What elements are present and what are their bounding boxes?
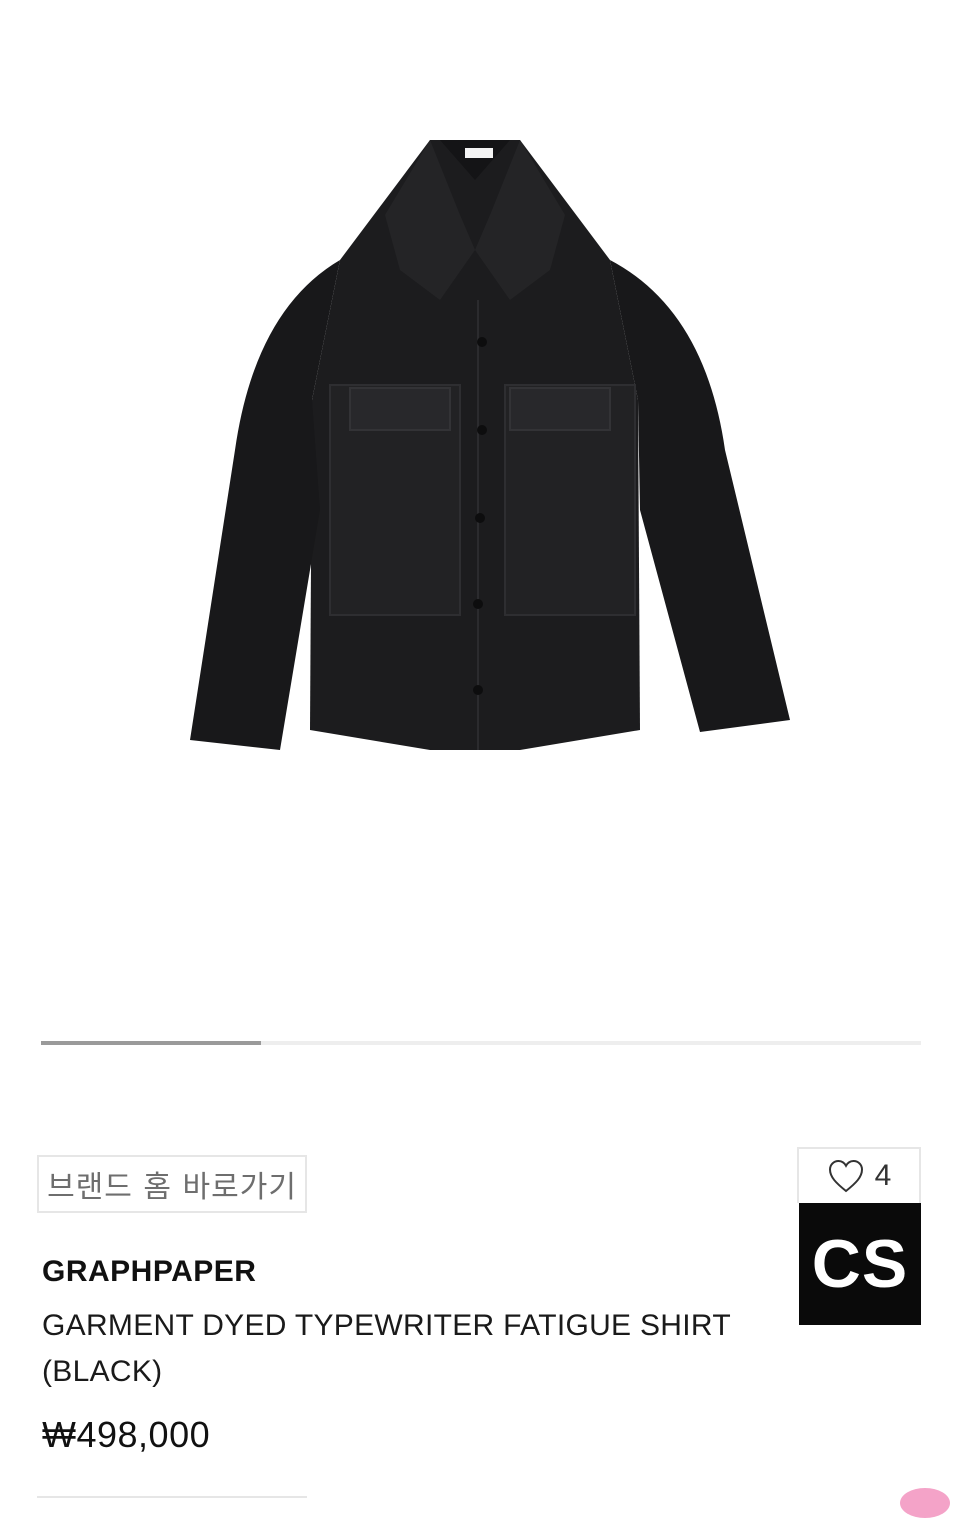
cs-badge[interactable]: CS (799, 1203, 921, 1325)
image-carousel-indicator[interactable] (41, 1041, 921, 1045)
next-section-edge (37, 1496, 307, 1500)
product-price: ₩498,000 (42, 1414, 211, 1455)
product-image[interactable] (0, 0, 962, 1030)
brand-home-button[interactable]: 브랜드 홈 바로가기 (37, 1155, 307, 1213)
shirt-illustration (190, 140, 790, 750)
product-name: GARMENT DYED TYPEWRITER FATIGUE SHIRT (B… (42, 1309, 731, 1388)
carousel-progress-bar (41, 1041, 261, 1045)
heart-outline-icon (828, 1159, 863, 1193)
brand-name[interactable]: GRAPHPAPER (42, 1255, 256, 1289)
like-count: 4 (874, 1159, 892, 1192)
floating-action-edge[interactable] (900, 1488, 950, 1518)
like-button[interactable]: 4 (797, 1147, 921, 1203)
